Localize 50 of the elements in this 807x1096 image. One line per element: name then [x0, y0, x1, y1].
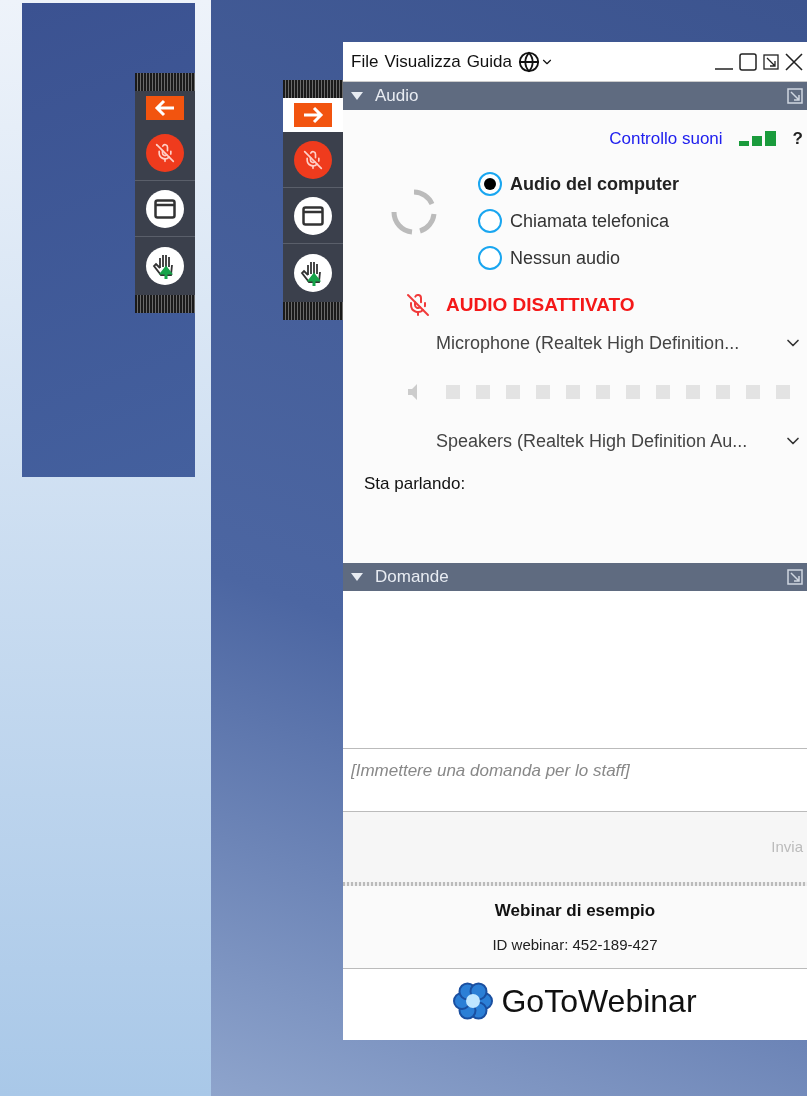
- menu-item[interactable]: File: [351, 48, 379, 75]
- grip-handle[interactable]: [135, 73, 195, 91]
- detach-icon: [787, 88, 803, 104]
- detach-icon: [787, 569, 803, 585]
- logo-icon: [453, 980, 494, 1021]
- minimize-icon: [715, 67, 733, 70]
- mic-off-icon: [303, 149, 323, 170]
- muted-status: AUDIO DISATTIVATO: [446, 292, 635, 317]
- grip-handle[interactable]: [283, 80, 343, 98]
- menu-item[interactable]: Guida: [466, 48, 512, 75]
- device-dropdown[interactable]: Speakers (Realtek High Definition Au...: [436, 423, 807, 459]
- window-button[interactable]: [294, 196, 332, 235]
- signal-icon: [738, 130, 777, 147]
- globe-icon: [518, 50, 540, 73]
- radio-label: Audio del computer: [510, 172, 679, 196]
- help-button[interactable]: ?: [792, 126, 803, 152]
- maximize-icon: [739, 52, 757, 71]
- menu-item[interactable]: Visualizza: [384, 48, 461, 75]
- mic-off-icon: [155, 142, 175, 163]
- window-button[interactable]: [146, 189, 184, 228]
- radio-button[interactable]: [478, 246, 502, 270]
- raise-hand-button[interactable]: [294, 254, 332, 292]
- device-dropdown[interactable]: Microphone (Realtek High Definition...: [436, 325, 807, 361]
- radio-label: Chiamata telefonica: [510, 209, 670, 233]
- logo-text: GoToWebinar: [501, 981, 697, 1021]
- panel-header[interactable]: Domande: [343, 563, 807, 591]
- radio-button[interactable]: [478, 209, 502, 233]
- radio-button[interactable]: [478, 172, 502, 196]
- grip-handle[interactable]: [283, 302, 343, 320]
- radio-label: Nessun audio: [510, 246, 621, 270]
- grip-handle[interactable]: [135, 295, 195, 313]
- panel-header[interactable]: Audio: [343, 82, 807, 110]
- arrow-left-icon: [146, 96, 184, 120]
- raise-hand-button[interactable]: [146, 247, 184, 285]
- close-icon: [785, 52, 803, 71]
- mute-button[interactable]: [294, 140, 332, 179]
- webinar-id: ID webinar: 452-189-427: [492, 934, 658, 955]
- language-menu[interactable]: [518, 50, 554, 73]
- detach-window-icon: [763, 53, 779, 70]
- talking-label: Sta parlando:: [364, 473, 467, 495]
- panel-title: Audio: [375, 85, 419, 108]
- mic-off-icon: [406, 292, 430, 317]
- webinar-title: Webinar di esempio: [494, 900, 656, 922]
- panel-title: Domande: [375, 566, 449, 589]
- sound-check-link[interactable]: Controllo suoni: [609, 126, 723, 152]
- mute-button[interactable]: [146, 133, 184, 172]
- window-icon: [302, 205, 324, 226]
- window-icon: [154, 198, 176, 219]
- question-input[interactable]: [Immettere una domanda per lo staff]: [343, 749, 807, 812]
- arrow-right-icon: [294, 103, 332, 127]
